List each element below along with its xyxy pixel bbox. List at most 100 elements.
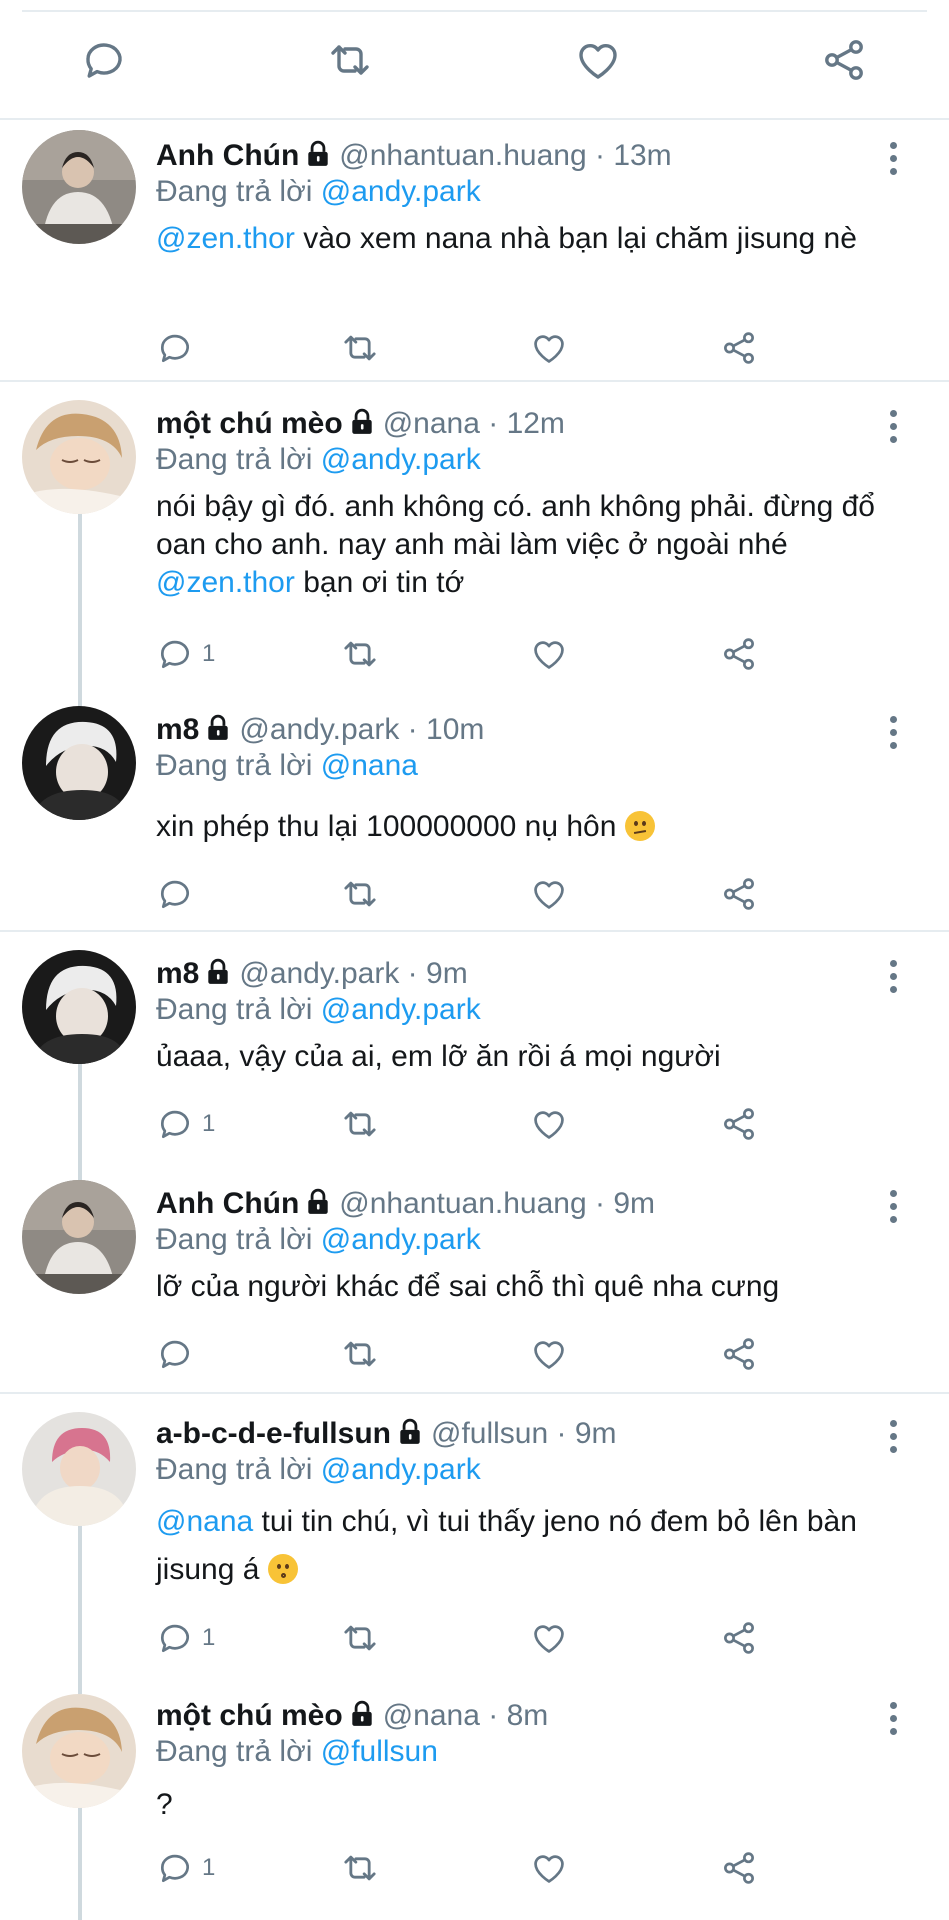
like-button[interactable] <box>530 326 568 370</box>
retweet-button[interactable] <box>340 872 380 916</box>
reply-icon <box>156 875 194 913</box>
like-button[interactable] <box>530 872 568 916</box>
replying-to-mention[interactable]: @andy.park <box>321 1223 481 1256</box>
more-options-button[interactable] <box>889 1420 899 1454</box>
author-handle[interactable]: @nana <box>383 407 480 440</box>
more-options-button[interactable] <box>889 1190 899 1224</box>
more-options-button[interactable] <box>889 1702 899 1736</box>
share-icon <box>720 1105 758 1143</box>
avatar[interactable] <box>22 950 136 1064</box>
replying-to: Đang trả lời @andy.park <box>156 443 481 476</box>
share-button[interactable] <box>720 1332 758 1376</box>
author-handle[interactable]: @nhantuan.huang <box>339 1187 586 1220</box>
replying-to-mention[interactable]: @nana <box>321 749 418 782</box>
more-options-button[interactable] <box>889 410 899 444</box>
heart-icon <box>574 36 622 84</box>
reply-tweet[interactable]: một chú mèo @nana · 8m Đang trả lời @full… <box>0 1686 949 1920</box>
share-button[interactable] <box>720 1846 758 1890</box>
reply-tweet[interactable]: Anh Chún @nhantuan.huang · 9m Đang trả lờ… <box>0 1174 949 1384</box>
tweet-actions: 1 <box>156 632 776 676</box>
author-handle[interactable]: @andy.park <box>239 713 399 746</box>
mention-link[interactable]: @zen.thor <box>156 566 295 599</box>
share-button[interactable] <box>720 872 758 916</box>
top-divider <box>22 10 927 12</box>
timestamp[interactable]: 10m <box>426 713 484 746</box>
share-button[interactable] <box>720 326 758 370</box>
lock-icon <box>305 140 331 168</box>
like-button[interactable] <box>530 632 568 676</box>
like-button[interactable] <box>530 1102 568 1146</box>
retweet-button[interactable] <box>340 1332 380 1376</box>
reply-button[interactable]: 1 <box>156 632 215 676</box>
replying-to-mention[interactable]: @andy.park <box>321 1453 481 1486</box>
more-options-button[interactable] <box>889 142 899 176</box>
reply-button[interactable] <box>156 326 202 370</box>
author-handle[interactable]: @nhantuan.huang <box>339 139 586 172</box>
retweet-button[interactable] <box>340 326 380 370</box>
replying-to-mention[interactable]: @andy.park <box>321 175 481 208</box>
timestamp[interactable]: 9m <box>575 1417 617 1450</box>
avatar[interactable] <box>22 130 136 244</box>
author-handle[interactable]: @fullsun <box>431 1417 548 1450</box>
reply-button[interactable] <box>156 1332 202 1376</box>
retweet-button[interactable] <box>320 30 380 90</box>
timestamp[interactable]: 9m <box>426 957 468 990</box>
tweet-text: nói bậy gì đó. anh không có. anh không p… <box>156 490 875 599</box>
replying-to-mention[interactable]: @andy.park <box>321 443 481 476</box>
lock-icon <box>305 1188 331 1216</box>
replying-to-mention[interactable]: @andy.park <box>321 993 481 1026</box>
reply-tweet[interactable]: m8 @andy.park · 10m Đang trả lời @nana xi… <box>0 700 949 926</box>
author-name[interactable]: Anh Chún <box>156 1187 299 1220</box>
reply-button[interactable] <box>156 872 202 916</box>
avatar[interactable] <box>22 400 136 514</box>
heart-icon <box>530 329 568 367</box>
author-name[interactable]: m8 <box>156 957 199 990</box>
share-button[interactable] <box>720 1616 758 1660</box>
avatar[interactable] <box>22 1412 136 1526</box>
avatar[interactable] <box>22 706 136 820</box>
author-handle[interactable]: @nana <box>383 1699 480 1732</box>
author-handle[interactable]: @andy.park <box>239 957 399 990</box>
author-name[interactable]: a-b-c-d-e-fullsun <box>156 1417 391 1450</box>
mention-link[interactable]: @nana <box>156 1505 253 1538</box>
replying-to-mention[interactable]: @fullsun <box>321 1735 438 1768</box>
retweet-button[interactable] <box>340 632 380 676</box>
like-button[interactable] <box>530 1616 568 1660</box>
author-name[interactable]: m8 <box>156 713 199 746</box>
divider <box>0 380 949 382</box>
main-tweet-action-bar <box>0 30 949 100</box>
timestamp[interactable]: 12m <box>507 407 565 440</box>
like-button[interactable] <box>530 1846 568 1890</box>
reply-tweet[interactable]: Anh Chún @nhantuan.huang · 13m Đang trả l… <box>0 126 949 380</box>
more-options-button[interactable] <box>889 960 899 994</box>
author-name[interactable]: Anh Chún <box>156 139 299 172</box>
reply-tweet[interactable]: a-b-c-d-e-fullsun @fullsun · 9m Đang trả … <box>0 1404 949 1684</box>
reply-button[interactable]: 1 <box>156 1616 215 1660</box>
author-name[interactable]: một chú mèo <box>156 407 343 440</box>
reply-button[interactable] <box>74 30 134 90</box>
mention-link[interactable]: @zen.thor <box>156 222 295 255</box>
reply-tweet[interactable]: m8 @andy.park · 9m Đang trả lời @andy.par… <box>0 944 949 1154</box>
reply-button[interactable]: 1 <box>156 1846 215 1890</box>
replying-to: Đang trả lời @fullsun <box>156 1735 438 1768</box>
more-options-button[interactable] <box>889 716 899 750</box>
reply-icon <box>156 1849 194 1887</box>
avatar[interactable] <box>22 1694 136 1808</box>
like-button[interactable] <box>530 1332 568 1376</box>
share-icon <box>720 329 758 367</box>
share-button[interactable] <box>720 632 758 676</box>
reply-button[interactable]: 1 <box>156 1102 215 1146</box>
retweet-button[interactable] <box>340 1616 380 1660</box>
retweet-icon <box>340 1848 380 1888</box>
timestamp[interactable]: 8m <box>507 1699 549 1732</box>
share-button[interactable] <box>814 30 874 90</box>
retweet-button[interactable] <box>340 1846 380 1890</box>
reply-tweet[interactable]: một chú mèo @nana · 12m Đang trả lời @and… <box>0 394 949 694</box>
timestamp[interactable]: 9m <box>613 1187 655 1220</box>
avatar[interactable] <box>22 1180 136 1294</box>
retweet-button[interactable] <box>340 1102 380 1146</box>
share-button[interactable] <box>720 1102 758 1146</box>
timestamp[interactable]: 13m <box>613 139 671 172</box>
like-button[interactable] <box>568 30 628 90</box>
author-name[interactable]: một chú mèo <box>156 1699 343 1732</box>
